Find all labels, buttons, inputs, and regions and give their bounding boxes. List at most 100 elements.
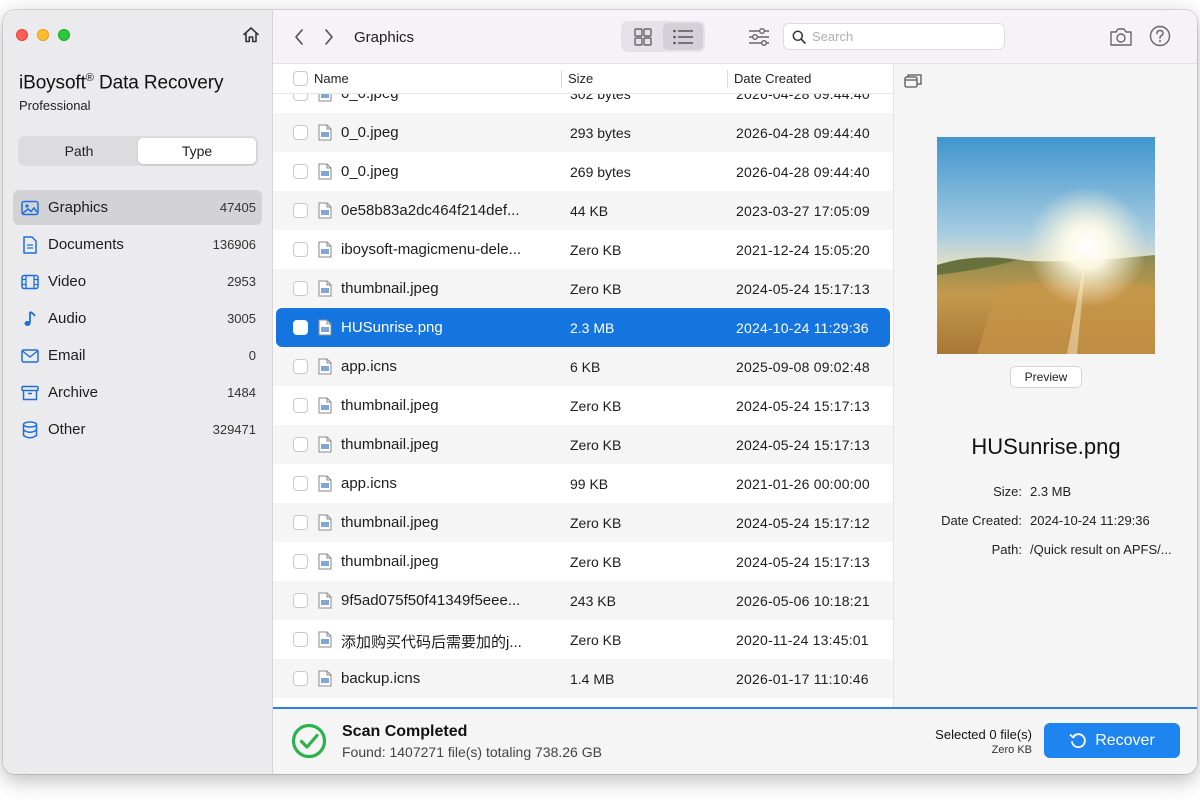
- file-size: Zero KB: [570, 554, 622, 570]
- document-icon: [20, 235, 40, 255]
- row-checkbox[interactable]: [293, 281, 308, 296]
- view-mode-segmented-control: Path Type: [18, 136, 258, 166]
- panel-toggle-icon[interactable]: [904, 73, 922, 89]
- metadata-value: /Quick result on APFS/...: [1030, 542, 1172, 557]
- minimize-window-button[interactable]: [37, 29, 49, 41]
- file-size: Zero KB: [570, 242, 622, 258]
- row-checkbox[interactable]: [293, 671, 308, 686]
- category-item-audio[interactable]: Audio 3005: [13, 301, 262, 336]
- file-size: 44 KB: [570, 203, 609, 219]
- row-checkbox[interactable]: [293, 515, 308, 530]
- tab-type[interactable]: Type: [138, 138, 256, 164]
- column-header-date-created[interactable]: Date Created: [734, 64, 811, 94]
- refresh-icon: [1069, 732, 1086, 748]
- row-checkbox[interactable]: [293, 554, 308, 569]
- column-header-size[interactable]: Size: [568, 64, 593, 94]
- category-item-video[interactable]: Video 2953: [13, 264, 262, 299]
- row-checkbox[interactable]: [293, 320, 308, 335]
- row-checkbox[interactable]: [293, 476, 308, 491]
- table-row[interactable]: thumbnail.jpeg Zero KB 2024-05-24 15:17:13: [273, 542, 893, 581]
- table-row[interactable]: 0e58b83a2dc464f214def... 44 KB 2023-03-27 …: [273, 191, 893, 230]
- row-checkbox[interactable]: [293, 398, 308, 413]
- row-checkbox[interactable]: [293, 125, 308, 140]
- file-name: 9f5ad075f50f41349f5eee...: [341, 592, 521, 609]
- home-icon[interactable]: [241, 25, 261, 45]
- list-view-button[interactable]: [663, 23, 703, 50]
- column-header-name[interactable]: Name: [314, 64, 349, 94]
- grid-view-button[interactable]: [623, 23, 663, 50]
- folder-title: Graphics: [354, 29, 415, 46]
- file-name: HUSunrise.png: [341, 319, 443, 336]
- category-label: Archive: [48, 384, 99, 401]
- table-row[interactable]: app.icns 6 KB 2025-09-08 09:02:48: [273, 347, 893, 386]
- category-item-graphics[interactable]: Graphics 47405: [13, 190, 262, 225]
- file-size: 2.3 MB: [570, 320, 615, 336]
- file-name: thumbnail.jpeg: [341, 280, 439, 297]
- table-row[interactable]: 0_0.jpeg 293 bytes 2026-04-28 09:44:40: [273, 113, 893, 152]
- file-date-created: 2023-03-27 17:05:09: [736, 203, 870, 219]
- row-checkbox[interactable]: [293, 203, 308, 218]
- app-window: iBoysoft® Data Recovery Professional Pat…: [3, 10, 1197, 774]
- table-row[interactable]: app.icns 99 KB 2021-01-26 00:00:00: [273, 464, 893, 503]
- table-row[interactable]: backup.icns 1.4 MB 2026-01-17 11:10:46: [273, 659, 893, 698]
- toolbar: Graphics: [273, 10, 1197, 64]
- file-size: 99 KB: [570, 476, 609, 492]
- file-name: app.icns: [341, 475, 397, 492]
- close-window-button[interactable]: [16, 29, 28, 41]
- zoom-window-button[interactable]: [58, 29, 70, 41]
- table-row[interactable]: thumbnail.jpeg Zero KB 2024-05-24 15:17:13: [273, 386, 893, 425]
- table-row[interactable]: 0_0.jpeg 269 bytes 2026-04-28 09:44:40: [273, 152, 893, 191]
- column-separator[interactable]: [561, 70, 562, 88]
- filter-sliders-icon[interactable]: [747, 25, 771, 49]
- category-item-archive[interactable]: Archive 1484: [13, 375, 262, 410]
- file-table: Name Size Date Created 0_0.jpeg302 bytes…: [273, 64, 893, 707]
- checkmark-circle-icon: [291, 723, 327, 759]
- preview-file-name: HUSunrise.png: [971, 434, 1121, 459]
- forward-chevron-icon[interactable]: [319, 27, 337, 47]
- metadata-key: Path:: [991, 542, 1022, 557]
- file-icon: [318, 592, 332, 609]
- category-item-email[interactable]: Email 0: [13, 338, 262, 373]
- table-row[interactable]: HUSunrise.png 2.3 MB 2024-10-24 11:29:36: [276, 308, 890, 347]
- search-input[interactable]: [812, 29, 992, 44]
- table-row[interactable]: 添加购买代码后需要加的j... Zero KB 2020-11-24 13:45:0…: [273, 620, 893, 659]
- table-row[interactable]: thumbnail.jpeg Zero KB 2024-05-24 15:17:13: [273, 269, 893, 308]
- file-list: 0_0.jpeg302 bytes2026-04-28 09:44:400_0.…: [273, 74, 893, 698]
- table-row[interactable]: thumbnail.jpeg Zero KB 2024-05-24 15:17:13: [273, 425, 893, 464]
- back-chevron-icon[interactable]: [291, 27, 309, 47]
- category-count: 136906: [212, 237, 256, 252]
- row-checkbox[interactable]: [293, 593, 308, 608]
- help-icon[interactable]: [1149, 25, 1171, 47]
- file-name: 添加购买代码后需要加的j...: [341, 634, 522, 651]
- file-name: 0_0.jpeg: [341, 163, 399, 180]
- selected-count: Selected 0 file(s): [935, 727, 1032, 742]
- file-icon: [318, 163, 332, 180]
- music-note-icon: [20, 309, 40, 329]
- app-name: iBoysoft® Data Recovery: [19, 72, 224, 94]
- recover-button-label: Recover: [1095, 731, 1155, 749]
- column-separator[interactable]: [727, 70, 728, 88]
- row-checkbox[interactable]: [293, 437, 308, 452]
- recover-button[interactable]: Recover: [1044, 723, 1180, 758]
- category-item-documents[interactable]: Documents 136906: [13, 227, 262, 262]
- table-row[interactable]: 9f5ad075f50f41349f5eee... 243 KB 2026-05-0…: [273, 581, 893, 620]
- row-checkbox[interactable]: [293, 164, 308, 179]
- file-date-created: 2024-05-24 15:17:13: [736, 398, 870, 414]
- table-row[interactable]: iboysoft-magicmenu-dele... Zero KB 2021-12…: [273, 230, 893, 269]
- film-icon: [20, 272, 40, 292]
- table-row[interactable]: thumbnail.jpeg Zero KB 2024-05-24 15:17:12: [273, 503, 893, 542]
- tab-path[interactable]: Path: [20, 138, 138, 164]
- row-checkbox[interactable]: [293, 359, 308, 374]
- category-label: Audio: [48, 310, 87, 327]
- preview-button[interactable]: Preview: [1010, 366, 1082, 388]
- selected-size: Zero KB: [991, 744, 1032, 756]
- select-all-checkbox[interactable]: [293, 71, 308, 86]
- camera-icon[interactable]: [1109, 26, 1133, 48]
- category-item-other[interactable]: Other 329471: [13, 412, 262, 447]
- category-label: Video: [48, 273, 87, 290]
- row-checkbox[interactable]: [293, 242, 308, 257]
- file-icon: [318, 436, 332, 453]
- file-date-created: 2021-12-24 15:05:20: [736, 242, 870, 258]
- row-checkbox[interactable]: [293, 632, 308, 647]
- file-date-created: 2024-05-24 15:17:13: [736, 281, 870, 297]
